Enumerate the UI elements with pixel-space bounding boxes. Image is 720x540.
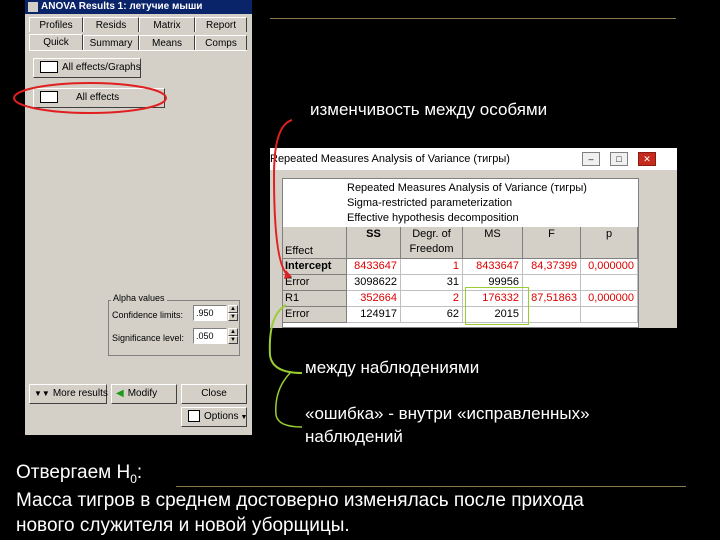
options-button[interactable]: Options ▼ bbox=[181, 407, 247, 427]
annotation-error-line-1: «ошибка» - внутри «исправленных» bbox=[305, 404, 590, 423]
column-header-ss: SS bbox=[347, 227, 401, 259]
confidence-limits-label: Confidence limits: bbox=[112, 310, 184, 320]
cell-r1-df: 2 bbox=[401, 291, 463, 307]
cell-error1-f bbox=[523, 275, 581, 291]
more-results-label: More results bbox=[52, 388, 108, 399]
column-header-ms: MS bbox=[463, 227, 523, 259]
confidence-down-arrow-icon[interactable]: ▼ bbox=[228, 313, 238, 321]
minimize-button[interactable]: – bbox=[582, 152, 600, 166]
cell-intercept-df: 1 bbox=[401, 259, 463, 275]
close-label: Close bbox=[201, 388, 227, 399]
all-effects-graphs-label: All effects/Graphs bbox=[62, 62, 141, 73]
alpha-values-title: Alpha values bbox=[111, 293, 167, 303]
cell-error2-ss: 124917 bbox=[347, 307, 401, 323]
tab-means[interactable]: Means bbox=[139, 35, 195, 50]
cell-intercept-ss: 8433647 bbox=[347, 259, 401, 275]
tab-resids[interactable]: Resids bbox=[83, 17, 139, 32]
options-dropdown-icon: ▼ bbox=[240, 414, 248, 421]
green-bracket-line bbox=[268, 304, 303, 374]
top-rule bbox=[270, 18, 676, 19]
conclusion-suffix: : bbox=[136, 462, 143, 483]
annotation-error-line-2: наблюдений bbox=[305, 427, 403, 446]
column-header-df: Degr. of Freedom bbox=[401, 227, 463, 259]
conclusion-prefix: Отвергаем H bbox=[16, 462, 131, 483]
app-icon bbox=[28, 2, 38, 12]
results-window: Repeated Measures Analysis of Variance (… bbox=[270, 148, 677, 328]
graph-icon bbox=[40, 61, 58, 74]
significance-level-field[interactable]: .050 bbox=[193, 328, 227, 344]
conclusion-subscript: 0 bbox=[130, 471, 137, 486]
cell-error1-ss: 3098622 bbox=[347, 275, 401, 291]
options-label: Options bbox=[204, 411, 239, 422]
results-spreadsheet: Repeated Measures Analysis of Variance (… bbox=[282, 178, 639, 328]
close-window-button[interactable]: ✕ bbox=[638, 152, 656, 166]
conclusion-line-3: нового служителя и новой уборщицы. bbox=[16, 515, 350, 536]
header-line-1: Repeated Measures Analysis of Variance (… bbox=[347, 182, 587, 194]
tab-panel-border bbox=[29, 50, 247, 52]
anova-window-title: ANOVA Results 1: летучие мыши bbox=[41, 1, 203, 12]
red-bracket-line bbox=[272, 119, 293, 276]
cell-error1-p bbox=[581, 275, 638, 291]
cell-r1-ss: 352664 bbox=[347, 291, 401, 307]
anova-window-titlebar: ANOVA Results 1: летучие мыши bbox=[25, 0, 252, 14]
annotation-between-subjects: изменчивость между особями bbox=[310, 100, 548, 119]
column-header-f: F bbox=[523, 227, 581, 259]
modify-label: Modify bbox=[127, 388, 158, 399]
significance-down-arrow-icon[interactable]: ▼ bbox=[228, 336, 238, 344]
annotation-between-observations: между наблюдениями bbox=[305, 358, 480, 377]
anova-results-window: ANOVA Results 1: летучие мыши Profiles R… bbox=[25, 0, 252, 435]
all-effects-graphs-button[interactable]: All effects/Graphs bbox=[33, 58, 141, 78]
green-bracket-line-2 bbox=[275, 372, 303, 428]
conclusion-line-1: Отвергаем H0: bbox=[16, 462, 142, 486]
green-arrow-left-icon: ◀ bbox=[116, 388, 124, 399]
header-line-3: Effective hypothesis decomposition bbox=[347, 212, 519, 224]
cell-intercept-f: 84,37399 bbox=[523, 259, 581, 275]
cell-error2-p bbox=[581, 307, 638, 323]
confidence-up-arrow-icon[interactable]: ▲ bbox=[228, 305, 238, 313]
cell-error2-f bbox=[523, 307, 581, 323]
cell-intercept-p: 0,000000 bbox=[581, 259, 638, 275]
cell-error2-df: 62 bbox=[401, 307, 463, 323]
cell-error1-df: 31 bbox=[401, 275, 463, 291]
cell-intercept-ms: 8433647 bbox=[463, 259, 523, 275]
column-header-p: p bbox=[581, 227, 638, 259]
close-button[interactable]: Close bbox=[181, 384, 247, 404]
highlight-circle bbox=[13, 82, 167, 114]
more-results-icon: ▼▼ bbox=[34, 389, 50, 398]
highlight-ellipse bbox=[13, 82, 167, 114]
tab-comps[interactable]: Comps bbox=[195, 35, 247, 50]
options-icon bbox=[188, 410, 200, 423]
green-highlight-box bbox=[465, 287, 529, 325]
conclusion-rule bbox=[176, 486, 686, 487]
header-line-2: Sigma-restricted parameterization bbox=[347, 197, 513, 209]
significance-level-label: Significance level: bbox=[112, 333, 185, 343]
significance-up-arrow-icon[interactable]: ▲ bbox=[228, 328, 238, 336]
more-results-button[interactable]: ▼▼ More results bbox=[29, 384, 108, 404]
tab-profiles[interactable]: Profiles bbox=[29, 17, 83, 32]
conclusion-line-2: Масса тигров в среднем достоверно изменя… bbox=[16, 490, 584, 511]
tab-quick[interactable]: Quick bbox=[29, 34, 83, 50]
maximize-button[interactable]: □ bbox=[610, 152, 628, 166]
tab-matrix[interactable]: Matrix bbox=[139, 17, 195, 32]
modify-button[interactable]: ◀ Modify bbox=[111, 384, 177, 404]
tab-summary[interactable]: Summary bbox=[83, 35, 139, 50]
tab-report[interactable]: Report bbox=[195, 17, 247, 32]
annotation-brackets bbox=[268, 119, 303, 428]
confidence-limits-field[interactable]: .950 bbox=[193, 305, 227, 321]
cell-r1-p: 0,000000 bbox=[581, 291, 638, 307]
cell-r1-f: 87,51863 bbox=[523, 291, 581, 307]
